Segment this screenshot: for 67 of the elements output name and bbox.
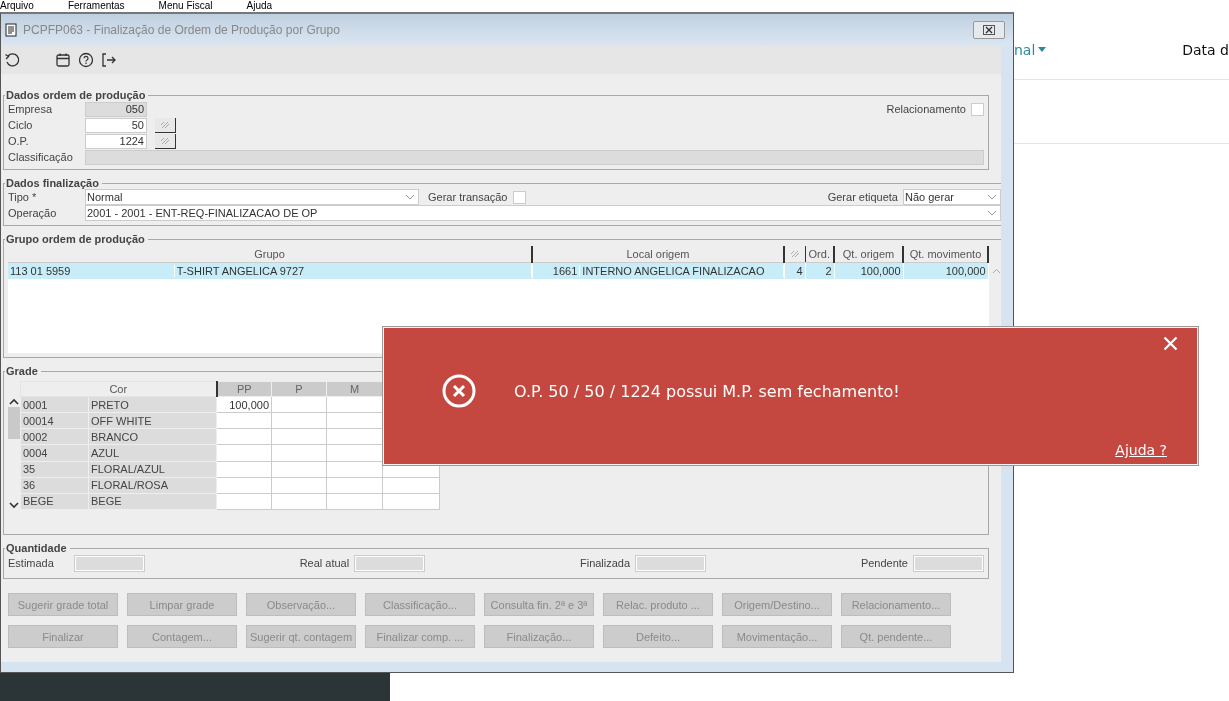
field-label: Operação: [8, 207, 58, 219]
field-label: Gerar transação: [428, 191, 508, 203]
table-cell: 113 01 5959: [8, 265, 175, 277]
error-icon: [442, 374, 476, 408]
dropdown[interactable]: Não gerar: [903, 189, 1001, 205]
field-label: Classificação: [8, 151, 74, 163]
column-header[interactable]: Ord.: [805, 246, 834, 263]
checkbox[interactable]: [513, 190, 527, 204]
column-header[interactable]: P: [271, 381, 327, 397]
column-header[interactable]: Grupo: [8, 246, 532, 263]
table-cell: T-SHIRT ANGELICA 9727: [174, 265, 532, 277]
column-header[interactable]: M: [326, 381, 383, 397]
close-button[interactable]: [973, 21, 1005, 39]
field-label: Finalizada: [579, 557, 631, 569]
field-label: Tipo *: [8, 191, 38, 203]
document-icon: [5, 23, 17, 37]
undo-icon[interactable]: [4, 52, 20, 68]
field-label: Relacionamento: [886, 103, 966, 115]
field-label: Estimada: [8, 557, 54, 569]
menu-item[interactable]: Arquivo: [0, 0, 34, 11]
help-link[interactable]: Ajuda ?: [1115, 442, 1167, 458]
calendar-icon[interactable]: [55, 52, 71, 68]
scroll-up-icon[interactable]: [8, 397, 20, 407]
group-title: Grade: [5, 365, 39, 377]
column-header[interactable]: Local origem: [532, 246, 784, 263]
column-header[interactable]: Qt. origem: [834, 246, 903, 263]
column-header[interactable]: Qt. movimento: [903, 246, 988, 263]
dropdown[interactable]: 2001 - 2001 - ENT-REQ-FINALIZACAO DE OP: [85, 205, 1001, 221]
field-label: Real atual: [299, 557, 350, 569]
table-cell: 100,000: [903, 262, 988, 279]
menu-item[interactable]: Ajuda: [246, 0, 273, 11]
input-field[interactable]: 1224: [85, 133, 147, 149]
help-icon[interactable]: [78, 52, 94, 68]
field-label: Pendente: [860, 557, 908, 569]
error-message: O.P. 50 / 50 / 1224 possui M.P. sem fechamento!: [514, 381, 900, 401]
dropdown[interactable]: Normal: [85, 189, 419, 205]
column-header: Data d: [1182, 41, 1229, 58]
column-header[interactable]: PP: [216, 381, 272, 397]
lookup-button[interactable]: [155, 117, 176, 133]
window-title: PCPFP063 - Finalização de Ordem de Produção por Grupo: [23, 23, 340, 37]
lookup-icon: [789, 250, 800, 258]
lookup-button[interactable]: [155, 133, 176, 149]
table-cell: 4: [784, 262, 805, 279]
table-cell: 100,000: [834, 262, 903, 279]
menu-item[interactable]: Ferramentas: [67, 0, 125, 11]
scrollbar[interactable]: [8, 397, 20, 510]
exit-icon[interactable]: [101, 52, 117, 68]
scroll-down-icon[interactable]: [8, 500, 20, 510]
group-title: Dados finalização: [5, 177, 100, 189]
field-label: Gerar etiqueta: [827, 191, 898, 203]
close-icon[interactable]: [983, 25, 995, 35]
field-label: Ciclo: [8, 119, 34, 131]
table-cell: INTERNO ANGELICA FINALIZACAO: [580, 265, 784, 277]
field-label: O.P.: [8, 135, 30, 147]
caret-icon[interactable]: [1038, 47, 1047, 52]
nav-link[interactable]: nal: [1014, 41, 1047, 58]
table-cell: 2: [805, 262, 834, 279]
table-cell: 1661: [532, 265, 581, 277]
checkbox[interactable]: [971, 102, 984, 116]
chevron-down-icon[interactable]: [405, 194, 415, 200]
group-title: Dados ordem de produção: [5, 89, 147, 101]
menu-item[interactable]: Menu Fiscal: [158, 0, 213, 11]
field-label: Empresa: [8, 103, 54, 115]
group-title: Grupo ordem de produção: [5, 233, 146, 245]
input-field[interactable]: 50: [85, 117, 147, 133]
column-header[interactable]: Cor: [20, 381, 217, 397]
group-title: Quantidade: [5, 542, 68, 554]
